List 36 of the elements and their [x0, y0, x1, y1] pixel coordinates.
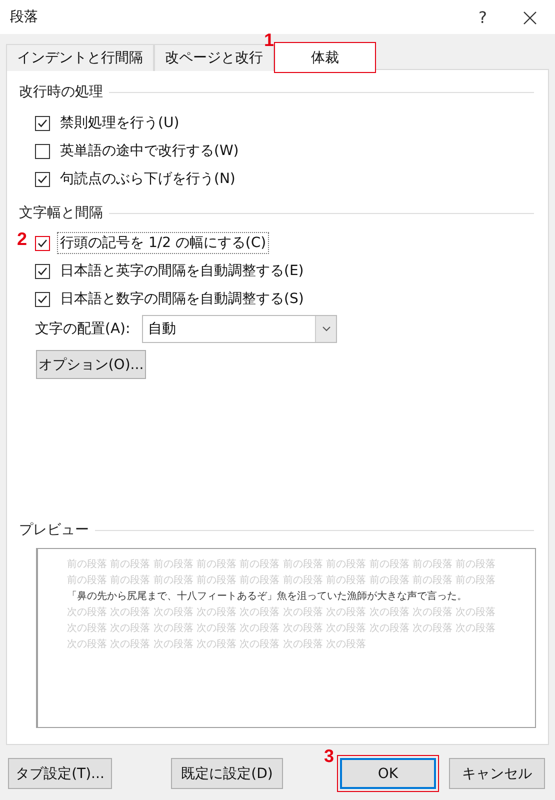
- checkbox-label[interactable]: 英単語の途中で改行する(W): [57, 140, 242, 162]
- checkbox[interactable]: [35, 292, 50, 306]
- options-button[interactable]: オプション(O)...: [36, 350, 146, 379]
- checkbox[interactable]: [35, 116, 50, 130]
- tab[interactable]: 体裁: [274, 42, 376, 73]
- chevron-down-icon: [322, 326, 331, 332]
- checkbox-label[interactable]: 日本語と数字の間隔を自動調整する(S): [57, 288, 307, 310]
- section-title: 文字幅と間隔: [19, 204, 103, 222]
- window-title: 段落: [10, 8, 39, 26]
- tab[interactable]: インデントと行間隔: [6, 44, 154, 71]
- section-title: 改行時の処理: [19, 83, 103, 101]
- checkbox-label[interactable]: 日本語と英字の間隔を自動調整する(E): [57, 260, 307, 282]
- checkmark-icon: [37, 294, 48, 304]
- checkmark-icon: [37, 238, 48, 248]
- dialog-button[interactable]: OK: [340, 758, 436, 789]
- checkmark-icon: [37, 266, 48, 276]
- callout-number: 3: [324, 746, 334, 767]
- checkbox-label[interactable]: 禁則処理を行う(U): [57, 112, 182, 134]
- checkmark-icon: [37, 118, 48, 128]
- checkmark-icon: [37, 174, 48, 184]
- checkbox[interactable]: [35, 172, 50, 186]
- close-button[interactable]: [523, 10, 537, 24]
- field-label: 文字の配置(A):: [35, 320, 130, 338]
- checkbox[interactable]: [35, 264, 50, 278]
- checkbox[interactable]: [35, 236, 50, 250]
- checkbox-label[interactable]: 行頭の記号を 1/2 の幅にする(C): [57, 232, 270, 254]
- dialog-button[interactable]: キャンセル: [449, 758, 545, 789]
- checkbox[interactable]: [35, 144, 50, 158]
- help-button[interactable]: ?: [478, 8, 487, 26]
- dialog-button[interactable]: 既定に設定(D): [171, 758, 283, 789]
- callout-number: 2: [17, 229, 28, 250]
- section-title: プレビュー: [19, 521, 89, 539]
- dialog-button[interactable]: タブ設定(T)...: [8, 758, 112, 789]
- preview-text: 「鼻の先から尻尾まで、十八フィートあるぞ」魚を沮っていた漁師が大きな声で言った。: [67, 590, 468, 604]
- checkbox-label[interactable]: 句読点のぶら下げを行う(N): [57, 168, 238, 190]
- alignment-dropdown[interactable]: 自動: [142, 315, 338, 343]
